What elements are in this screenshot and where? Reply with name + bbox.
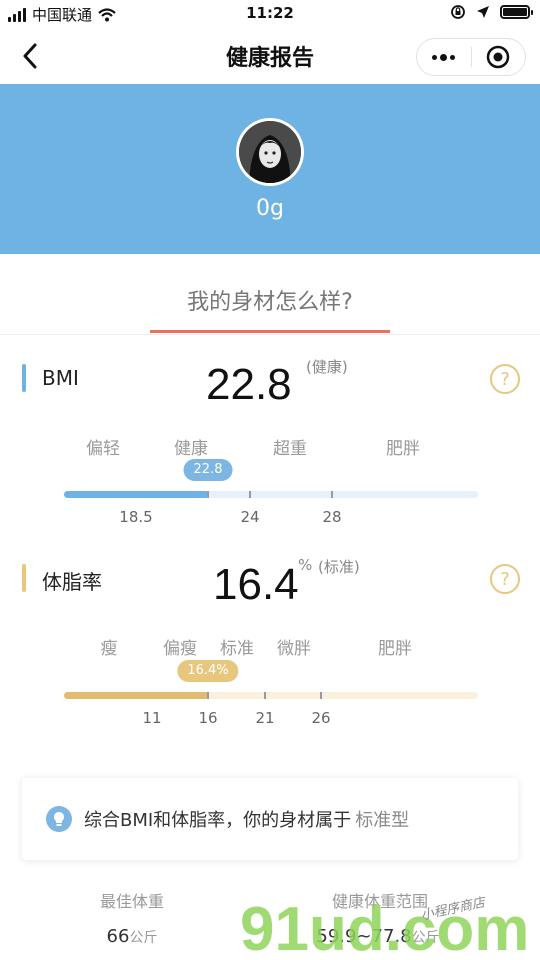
bmi-range-fill	[64, 491, 209, 498]
best-weight-label: 最佳体重	[99, 892, 165, 911]
body-fat-tick	[207, 692, 209, 699]
section-question: 我的身材怎么样?	[187, 290, 353, 315]
body-fat-category-label: 瘦	[100, 639, 118, 659]
miniprogram-capsule	[416, 38, 526, 76]
bmi-marker	[22, 364, 26, 392]
bmi-tick	[331, 491, 333, 498]
avatar[interactable]	[236, 118, 304, 186]
watermark-brand: 91ud.com	[240, 895, 529, 960]
body-fat-unit: %	[298, 556, 313, 574]
body-fat-marker	[22, 564, 26, 592]
best-weight-unit: 公斤	[129, 930, 158, 946]
body-fat-tick-label: 26	[311, 709, 331, 727]
status-right	[450, 4, 533, 20]
body-fat-help-icon[interactable]: ?	[490, 564, 520, 594]
body-fat-tick	[320, 692, 322, 699]
conclusion-body-type: 标准型	[355, 810, 410, 831]
avatar-image	[239, 121, 301, 183]
bmi-label: BMI	[42, 366, 79, 390]
close-miniprogram-button[interactable]	[472, 39, 526, 75]
status-bar: 中国联通 11:22	[0, 0, 540, 28]
weight-value: 0g	[256, 196, 284, 221]
bmi-category-label: 肥胖	[386, 439, 420, 459]
bmi-tick-label: 24	[240, 508, 260, 526]
conclusion-card: 综合BMI和体脂率，你的身材属于 标准型	[22, 778, 518, 860]
bmi-help-icon[interactable]: ?	[490, 364, 520, 394]
body-fat-label: 体脂率	[42, 570, 102, 594]
bmi-value: 22.8	[206, 360, 292, 409]
bmi-value-bubble: 22.8	[183, 459, 233, 481]
bmi-tick	[249, 491, 251, 498]
bmi-category-label: 偏轻	[86, 439, 120, 459]
body-fat-tick-label: 11	[142, 709, 162, 727]
lightbulb-icon	[46, 806, 72, 832]
section-underline	[150, 330, 390, 333]
bmi-tick	[207, 491, 209, 498]
rotation-lock-icon	[451, 5, 465, 19]
bmi-range-track	[64, 491, 478, 498]
body-fat-value: 16.4	[213, 560, 299, 609]
more-dots-icon	[432, 53, 456, 61]
nav-bar: 健康报告	[0, 28, 540, 84]
body-fat-category-label: 标准	[220, 639, 254, 659]
watermark-logo: 91ud.com	[240, 895, 529, 960]
location-icon	[477, 6, 489, 18]
body-fat-tick-label: 16	[198, 709, 218, 727]
body-fat-category-label: 微胖	[277, 639, 311, 659]
body-fat-range-track	[64, 692, 478, 699]
bmi-category-label: 超重	[273, 439, 307, 459]
bmi-status: (健康)	[306, 358, 348, 376]
best-weight-number: 66	[106, 926, 130, 947]
body-fat-range-fill	[64, 692, 209, 699]
battery-icon	[500, 5, 533, 19]
body-fat-category-label: 偏瘦	[163, 639, 197, 659]
section-divider	[0, 334, 540, 335]
best-weight-value: 66公斤	[107, 926, 158, 947]
target-icon	[487, 45, 510, 69]
body-fat-tick	[264, 692, 266, 699]
body-fat-value-bubble: 16.4%	[177, 660, 239, 682]
bmi-tick-label: 28	[322, 508, 342, 526]
body-fat-category-label: 肥胖	[378, 639, 412, 659]
conclusion-text: 综合BMI和体脂率，你的身材属于	[84, 810, 352, 831]
more-button[interactable]	[417, 39, 471, 75]
body-fat-status: (标准)	[318, 558, 360, 576]
body-fat-tick-label: 21	[255, 709, 275, 727]
bmi-category-label: 健康	[174, 439, 208, 459]
bmi-tick-label: 18.5	[119, 508, 153, 526]
